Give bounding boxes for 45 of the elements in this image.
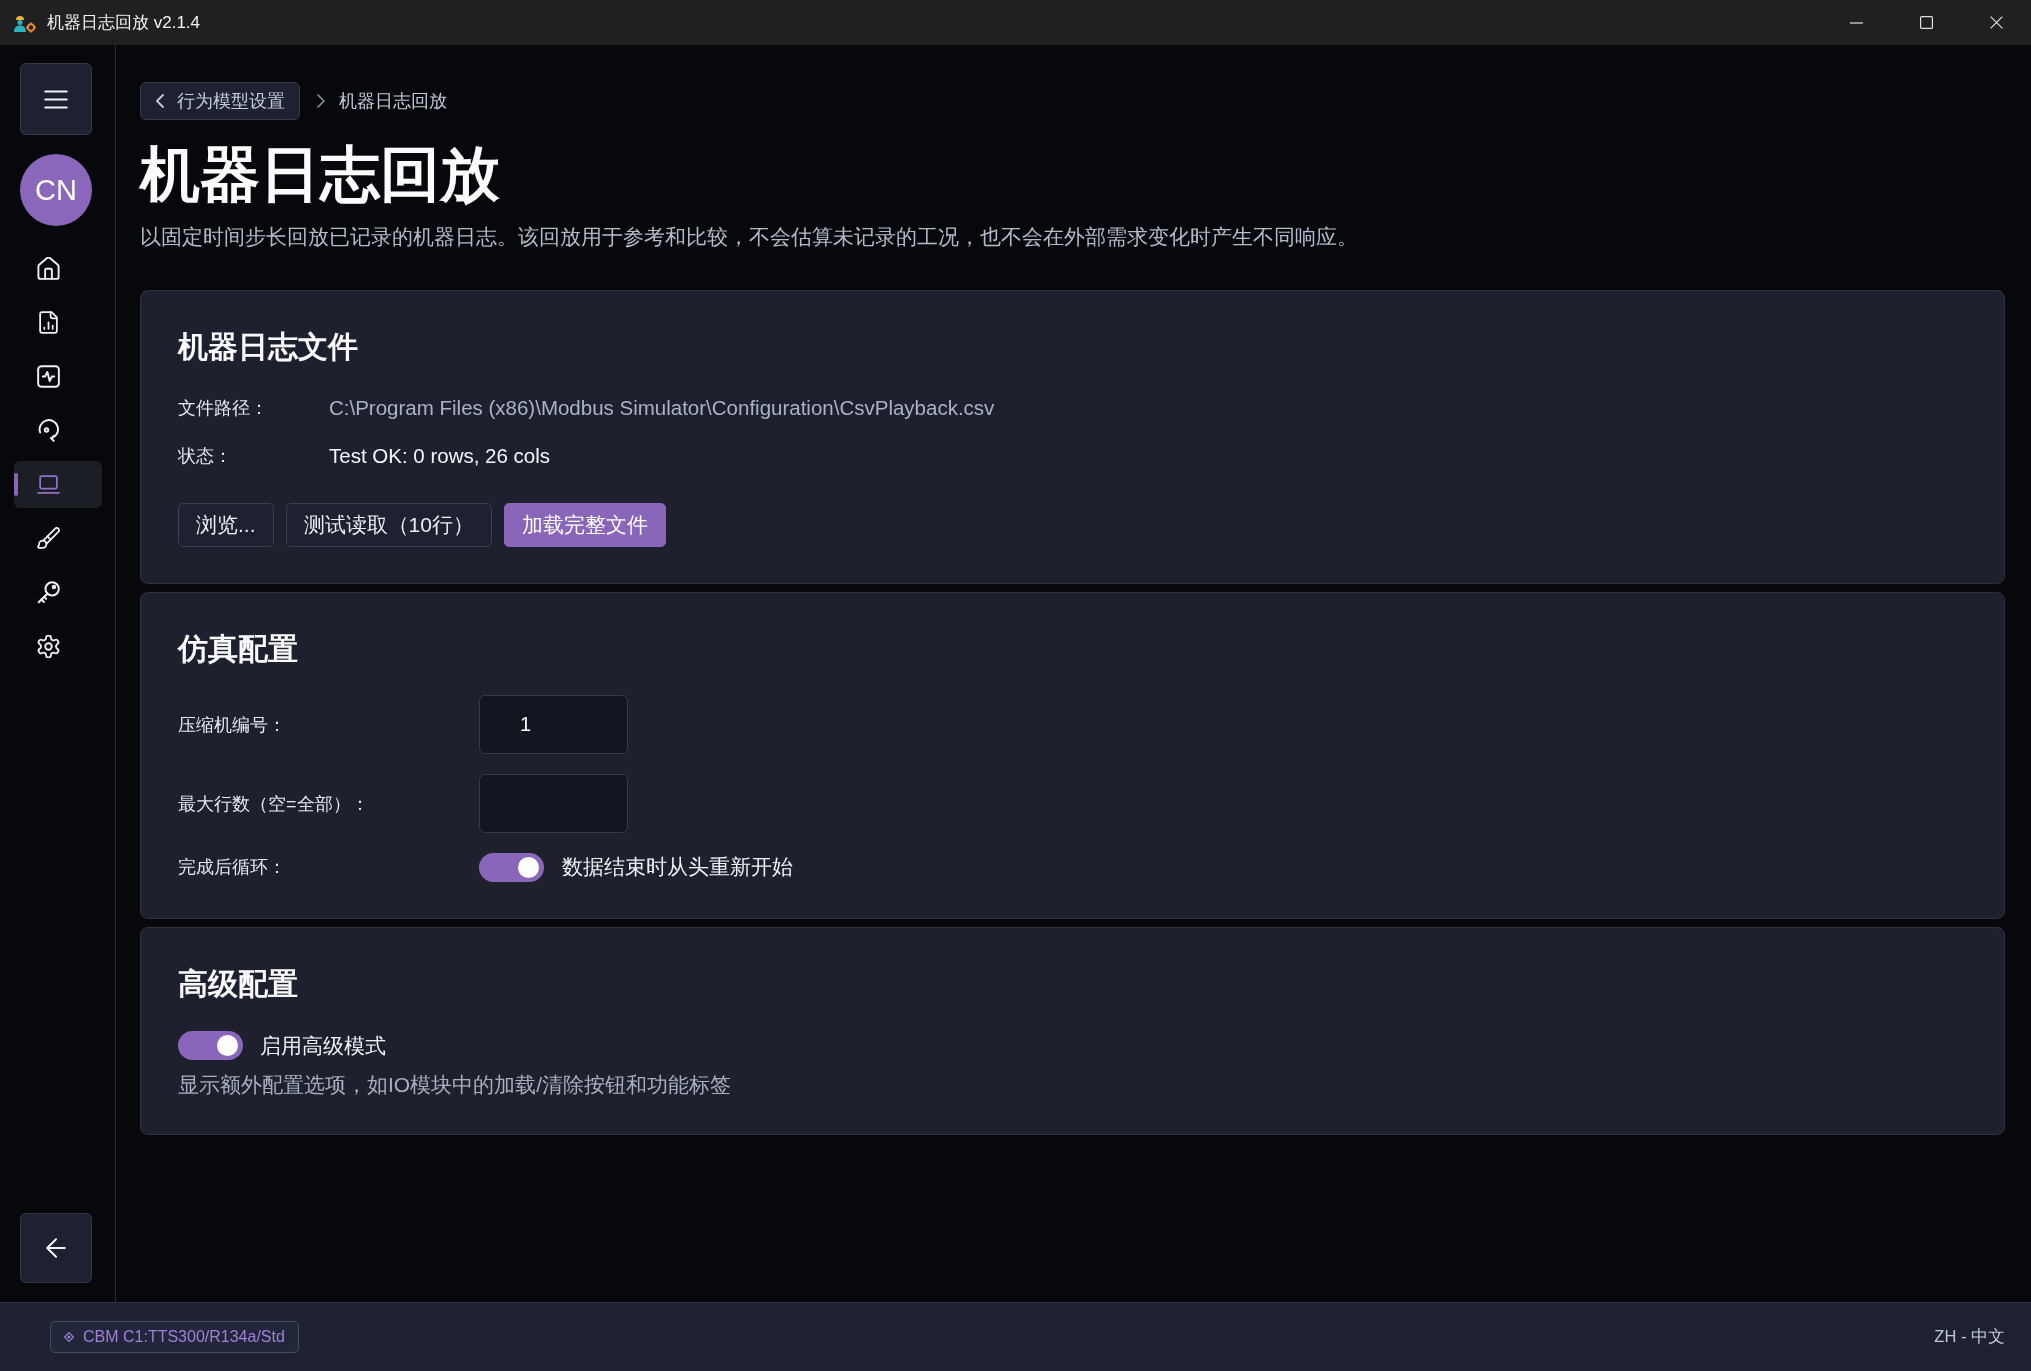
field-label: 完成后循环：	[178, 856, 286, 879]
page-title: 机器日志回放	[140, 140, 501, 210]
rotate-arrow-icon	[37, 419, 60, 442]
field-label: 文件路径：	[178, 397, 268, 420]
maximize-icon	[1919, 16, 1933, 29]
load-file-button[interactable]: 加载完整文件	[503, 503, 666, 547]
home-icon	[37, 257, 60, 280]
help-text: 显示额外配置选项，如IO模块中的加载/清除按钮和功能标签	[178, 1072, 732, 1098]
card-title: 机器日志文件	[178, 329, 359, 365]
action-button[interactable]: 测试读取（10行）	[285, 503, 492, 547]
minimize-icon	[1849, 21, 1863, 24]
breadcrumb-current: 机器日志回放	[339, 90, 447, 113]
language-indicator[interactable]: ZH - 中文	[1934, 1326, 2005, 1348]
input-field[interactable]: 1	[479, 695, 628, 754]
laptop-icon	[37, 473, 60, 496]
chevron-right-icon	[317, 94, 325, 108]
card-title: 高级配置	[178, 966, 299, 1002]
file-chart-icon	[37, 311, 60, 334]
toggle-switch[interactable]	[479, 852, 544, 882]
page-description: 以固定时间步长回放已记录的机器日志。该回放用于参考和比较，不会估算未记录的工况，也不会在外部需求变化时产生不同响应。	[140, 224, 1359, 250]
toggle-label: 数据结束时从头重新开始	[562, 854, 793, 880]
close-icon	[1989, 16, 2003, 29]
window-title: 机器日志回放 v2.1.4	[47, 12, 201, 34]
diamond-icon	[64, 1332, 74, 1342]
field-label: 状态：	[178, 445, 232, 468]
key-icon	[37, 581, 60, 604]
menu-button[interactable]	[20, 63, 92, 135]
field-label: 最大行数（空=全部）：	[178, 792, 369, 816]
brush-icon	[37, 527, 60, 550]
config-text: CBM C1:TTS300/R134a/Std	[83, 1328, 285, 1346]
pulse-square-icon	[37, 365, 60, 388]
input-field[interactable]	[479, 774, 628, 833]
status-text: Test OK: 0 rows, 26 cols	[329, 444, 551, 468]
avatar: CN	[20, 154, 92, 226]
toggle-label: 启用高级模式	[260, 1032, 386, 1059]
field-label: 压缩机编号：	[178, 713, 286, 737]
breadcrumb-back-button[interactable]: 行为模型设置	[140, 82, 300, 120]
action-button[interactable]: 浏览...	[178, 503, 274, 547]
toggle-switch[interactable]	[178, 1031, 243, 1060]
arrow-left-icon	[46, 1238, 66, 1258]
menu-icon	[44, 89, 68, 109]
file-path-text: C:\Program Files (x86)\Modbus Simulator\Configuration\CsvPlayback.csv	[329, 396, 995, 420]
settings-icon	[37, 635, 60, 658]
card-title: 仿真配置	[178, 631, 299, 667]
chevron-left-icon	[156, 94, 164, 108]
